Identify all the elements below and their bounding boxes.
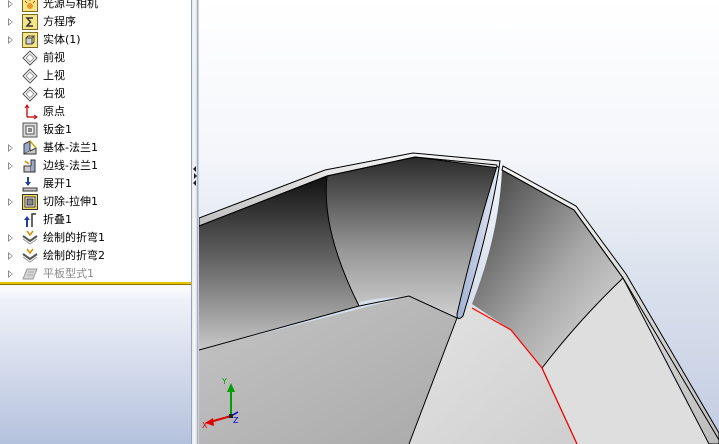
edge-flange-icon [22, 158, 38, 174]
unfold-icon [22, 176, 38, 192]
expand-arrow-icon[interactable] [8, 18, 13, 26]
tree-item-label: 绘制的折弯2 [43, 249, 105, 262]
tree-item-label: 钣金1 [43, 123, 72, 136]
tree-item-fold[interactable]: 折叠1 [0, 211, 190, 229]
rollback-bar[interactable] [0, 282, 191, 285]
expand-arrow-icon[interactable] [8, 234, 13, 242]
fold-icon [22, 212, 38, 228]
tree-item-solid-bodies[interactable]: 实体(1) [0, 31, 190, 49]
expand-arrow-icon[interactable] [8, 0, 13, 8]
tree-item-label: 原点 [43, 105, 65, 118]
tree-item-front-plane[interactable]: 前视 [0, 49, 190, 67]
expand-arrow-icon[interactable] [8, 144, 13, 152]
tree-item-label: 前视 [43, 51, 65, 64]
tree-item-sketched-bend-2[interactable]: 绘制的折弯2 [0, 247, 190, 265]
sheet-metal-model[interactable] [199, 0, 719, 444]
triad-y-label: Y [221, 377, 227, 386]
tree-item-label: 边线-法兰1 [43, 159, 98, 172]
graphics-viewport[interactable]: Y X Z [199, 0, 719, 444]
tree-item-label: 右视 [43, 87, 65, 100]
base-flange-icon [22, 140, 38, 156]
tree-item-equations[interactable]: 方程序 [0, 13, 190, 31]
triad-x-label: X [202, 421, 208, 430]
tree-item-unfold[interactable]: 展开1 [0, 175, 190, 193]
tree-item-top-plane[interactable]: 上视 [0, 67, 190, 85]
equations-icon [22, 14, 38, 30]
tree-item-flat-pattern[interactable]: 平板型式1 [0, 265, 190, 283]
panel-splitter[interactable] [192, 0, 198, 444]
expand-arrow-icon[interactable] [8, 198, 13, 206]
expand-arrow-icon[interactable] [8, 36, 13, 44]
triad-z-label: Z [233, 416, 239, 425]
reference-triad: Y X Z [202, 377, 239, 430]
plane-icon [22, 86, 38, 102]
tree-item-cut-extrude[interactable]: 切除-拉伸1 [0, 193, 190, 211]
tree-item-label: 上视 [43, 69, 65, 82]
tree-item-origin[interactable]: 原点 [0, 103, 190, 121]
origin-icon [22, 104, 38, 120]
expand-arrow-icon[interactable] [8, 252, 13, 260]
tree-item-edge-flange[interactable]: 边线-法兰1 [0, 157, 190, 175]
tree-item-label: 基体-法兰1 [43, 141, 98, 154]
sketched-bend-icon [22, 230, 38, 246]
expand-arrow-icon[interactable] [8, 162, 13, 170]
tree-item-label: 折叠1 [43, 213, 72, 226]
tree-item-label: 绘制的折弯1 [43, 231, 105, 244]
plane-icon [22, 68, 38, 84]
tree-item-sheet-metal[interactable]: 钣金1 [0, 121, 190, 139]
tree-item-label: 平板型式1 [43, 267, 94, 280]
feature-manager-tree: 光源与相机 方程序 实体(1) 前视 上视 右视 原点 钣金1 基体-法兰1 边… [0, 0, 192, 444]
tree-item-right-plane[interactable]: 右视 [0, 85, 190, 103]
solid-bodies-icon [22, 32, 38, 48]
sheet-metal-icon [22, 122, 38, 138]
tree-item-base-flange[interactable]: 基体-法兰1 [0, 139, 190, 157]
tree-item-label: 方程序 [43, 15, 76, 28]
feature-tree-list: 光源与相机 方程序 实体(1) 前视 上视 右视 原点 钣金1 基体-法兰1 边… [0, 0, 190, 283]
sketched-bend-icon [22, 248, 38, 264]
lights-cameras-icon [22, 0, 38, 12]
tree-item-label: 展开1 [43, 177, 72, 190]
collapse-panel-icon[interactable] [192, 165, 198, 187]
tree-item-label: 切除-拉伸1 [43, 195, 98, 208]
cut-extrude-icon [22, 194, 38, 210]
flat-pattern-icon [22, 266, 38, 282]
tree-item-label: 实体(1) [43, 33, 81, 46]
tree-item-lights-cameras[interactable]: 光源与相机 [0, 0, 190, 13]
tree-item-label: 光源与相机 [43, 0, 98, 10]
tree-item-sketched-bend-1[interactable]: 绘制的折弯1 [0, 229, 190, 247]
plane-icon [22, 50, 38, 66]
expand-arrow-icon[interactable] [8, 270, 13, 278]
